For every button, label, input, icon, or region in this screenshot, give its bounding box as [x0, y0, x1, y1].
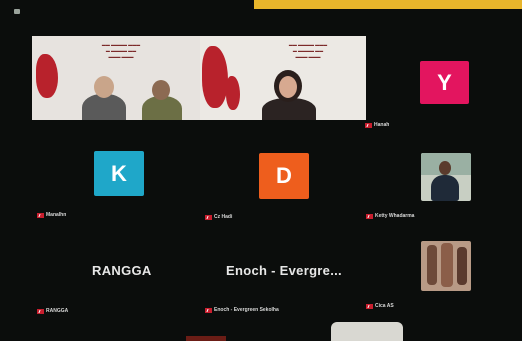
participant-avatar: Y	[420, 61, 469, 104]
participant-display-name: Enoch - Evergre...	[226, 263, 342, 278]
backdrop-flower	[202, 46, 228, 108]
participant-name: Hanah	[374, 122, 390, 128]
participant-name-tag: Manalhn	[37, 212, 66, 218]
participant-name-tag: Ketty Whadarma	[366, 213, 414, 219]
video-gallery-grid: ▬▬ ▬▬▬▬ ▬▬▬ ▬ ▬▬▬▬ ▬▬ ▬▬▬ ▬▬▬ ▬▬ ▬▬▬▬ ▬▬▬ ▬…	[0, 0, 522, 341]
backdrop-flower	[226, 76, 240, 110]
participant-name-tag: Cz Hadi	[205, 214, 232, 220]
mic-muted-icon	[205, 307, 212, 313]
participant-avatar: D	[259, 153, 309, 199]
slide-caption: ▬▬ ▬▬▬▬ ▬▬▬ ▬ ▬▬▬▬ ▬▬ ▬▬▬ ▬▬▬	[288, 42, 328, 59]
participant-name-tag: Enoch - Evergreen Sekolha	[205, 307, 279, 313]
mic-muted-icon	[366, 303, 373, 309]
presenter-face	[279, 76, 297, 98]
video-feed-speakers[interactable]: ▬▬ ▬▬▬▬ ▬▬▬ ▬ ▬▬▬▬ ▬▬ ▬▬▬ ▬▬▬	[32, 36, 200, 120]
participant-name: Manalhn	[46, 212, 67, 218]
mic-muted-icon	[37, 308, 44, 314]
mic-muted-icon	[366, 213, 373, 219]
participant-name-tag: Cica AS	[366, 303, 394, 309]
participant-video-thumbnail	[421, 241, 471, 291]
mic-muted-icon	[205, 214, 212, 220]
participant-display-name: RANGGA	[92, 263, 152, 278]
participant-name: RANGGA	[46, 308, 69, 314]
participant-name-tag: Hanah	[365, 122, 389, 128]
partial-tile-edge	[186, 336, 226, 341]
participant-name-tag: RANGGA	[37, 308, 68, 314]
video-feed-presenter[interactable]: ▬▬ ▬▬▬▬ ▬▬▬ ▬ ▬▬▬▬ ▬▬ ▬▬▬ ▬▬▬	[200, 36, 366, 120]
mic-muted-icon	[37, 212, 44, 218]
partial-thumbnail-edge	[331, 322, 403, 341]
speaker-head	[152, 80, 170, 100]
slide-caption: ▬▬ ▬▬▬▬ ▬▬▬ ▬ ▬▬▬▬ ▬▬ ▬▬▬ ▬▬▬	[101, 42, 141, 59]
participant-name: Enoch - Evergreen Sekolha	[214, 307, 279, 313]
participant-avatar: K	[94, 151, 144, 196]
participant-video-thumbnail	[421, 153, 471, 201]
participant-name: Cica AS	[375, 303, 394, 309]
mic-muted-icon	[365, 122, 372, 128]
backdrop-flower	[36, 54, 58, 98]
participant-name: Cz Hadi	[214, 214, 233, 220]
speaker-head	[94, 76, 114, 98]
participant-name: Ketty Whadarma	[375, 213, 415, 219]
